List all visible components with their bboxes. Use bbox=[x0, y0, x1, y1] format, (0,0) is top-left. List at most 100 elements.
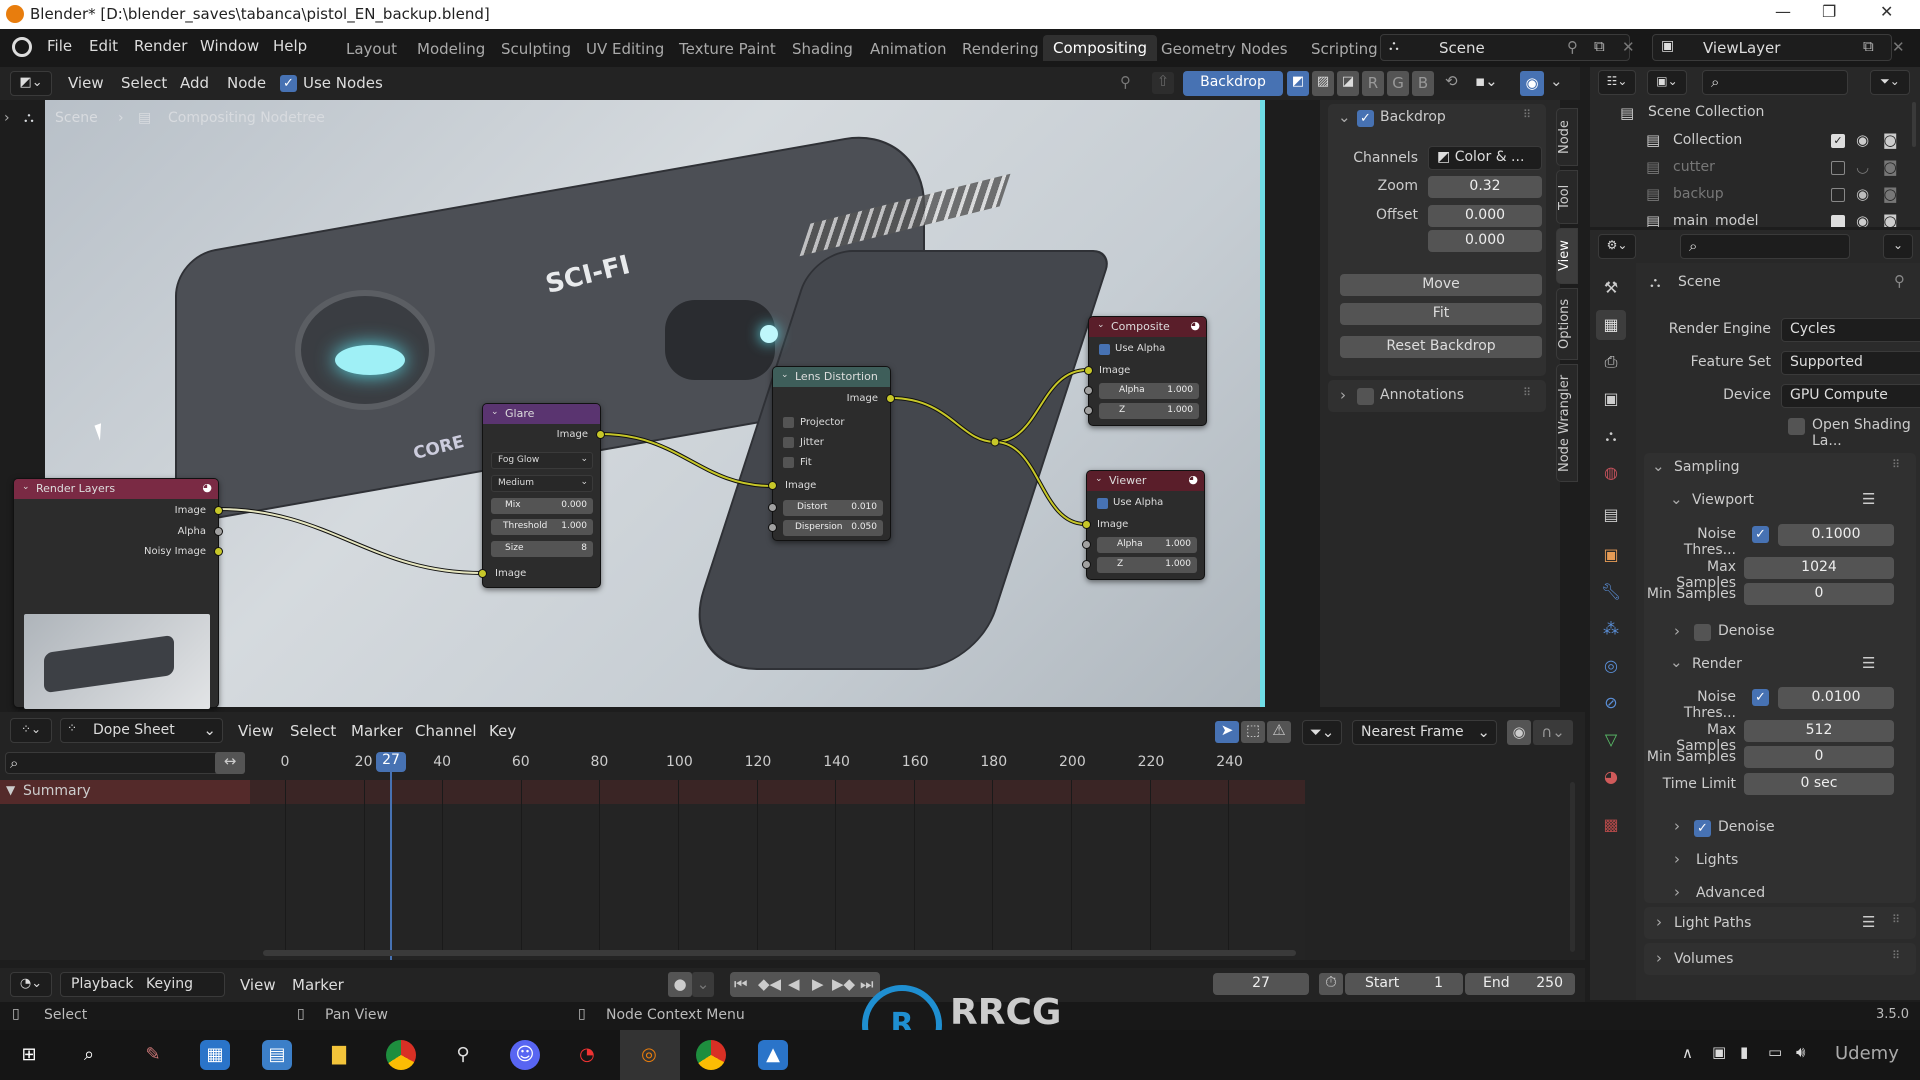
node-header[interactable]: ⌄ Lens Distortion bbox=[773, 367, 890, 387]
subpanel-title[interactable]: Viewport bbox=[1692, 492, 1754, 508]
chevron-right-icon[interactable]: › bbox=[1340, 386, 1346, 404]
collapse-icon[interactable]: ⌄ bbox=[1095, 474, 1103, 484]
snap-mode-icon[interactable]: ▪⌄ bbox=[1475, 72, 1498, 90]
chrome-app-icon-2[interactable] bbox=[696, 1040, 726, 1070]
render-engine-dropdown[interactable]: Cycles⌄ bbox=[1781, 318, 1920, 342]
chrome-app-icon[interactable] bbox=[386, 1040, 416, 1070]
vp-max-field[interactable]: 1024 bbox=[1744, 557, 1894, 579]
panel-title[interactable]: Sampling bbox=[1674, 459, 1740, 475]
eye-icon[interactable]: ◉ bbox=[1856, 185, 1869, 203]
delete-scene-icon[interactable]: ✕ bbox=[1622, 38, 1635, 56]
camera-icon[interactable]: ◙ bbox=[1883, 158, 1898, 176]
socket-image-in[interactable] bbox=[1082, 520, 1091, 529]
tab-scripting[interactable]: Scripting bbox=[1311, 40, 1378, 58]
options-dropdown-icon[interactable]: ⌄ bbox=[1883, 234, 1913, 259]
threshold-field[interactable]: Threshold 1.000 bbox=[491, 519, 593, 535]
drag-handle-icon[interactable]: ⠿ bbox=[1892, 458, 1900, 471]
outliner-row[interactable]: ▤ backup ◉ ◙ bbox=[1646, 185, 1916, 207]
exclude-checkbox[interactable] bbox=[1831, 161, 1845, 175]
feature-set-dropdown[interactable]: Supported⌄ bbox=[1781, 351, 1920, 375]
presets-icon[interactable]: ☰ bbox=[1862, 654, 1875, 672]
presets-icon[interactable]: ☰ bbox=[1862, 490, 1875, 508]
eye-closed-icon[interactable]: ◡ bbox=[1856, 158, 1869, 176]
current-frame-field[interactable]: 27 bbox=[1213, 973, 1309, 995]
size-field[interactable]: Size 8 bbox=[491, 541, 593, 557]
overlays-dropdown-icon[interactable]: ⌄ bbox=[1550, 72, 1563, 90]
r-min-field[interactable]: 0 bbox=[1744, 746, 1894, 768]
blue-channel-button[interactable]: B bbox=[1412, 71, 1434, 96]
eye-icon[interactable]: ◉ bbox=[1856, 212, 1869, 227]
modifier-tab-icon[interactable]: 🔧︎ bbox=[1596, 577, 1626, 607]
viewlayer-selector[interactable]: ▣ ViewLayer ⧉ bbox=[1652, 34, 1892, 61]
auto-keying-icon[interactable]: ● bbox=[668, 972, 692, 997]
calendar-app-icon[interactable]: ▦ bbox=[200, 1040, 230, 1070]
vp-min-field[interactable]: 0 bbox=[1744, 583, 1894, 605]
horizontal-scrollbar[interactable] bbox=[263, 950, 1296, 956]
render-icon[interactable]: ◕ bbox=[1188, 473, 1198, 486]
explorer-app-icon[interactable]: ▤ bbox=[262, 1040, 292, 1070]
collapse-icon[interactable]: ⌄ bbox=[781, 370, 789, 380]
camera-icon[interactable]: ◙ bbox=[1883, 212, 1898, 227]
sidebar-tab-node[interactable]: Node bbox=[1556, 108, 1578, 166]
use-alpha-checkbox[interactable] bbox=[1099, 344, 1110, 355]
socket-image-in[interactable] bbox=[768, 481, 777, 490]
clock-editor-icon[interactable]: ◔⌄ bbox=[10, 972, 52, 997]
photos-app-icon[interactable]: ▲ bbox=[758, 1040, 788, 1070]
play-reverse-icon[interactable]: ◀ bbox=[788, 975, 800, 993]
obs-app-icon[interactable]: ◔ bbox=[572, 1040, 602, 1070]
node-header[interactable]: ⌄ Viewer ◕ bbox=[1087, 471, 1204, 491]
swap-icon[interactable]: ↔ bbox=[215, 752, 245, 774]
dopesheet-keyframe-area[interactable] bbox=[250, 804, 1305, 960]
offset-y-field[interactable]: 0.000 bbox=[1428, 230, 1542, 252]
collection-tab-icon[interactable]: ▤ bbox=[1596, 500, 1626, 530]
tray-expand-icon[interactable]: ∧ bbox=[1682, 1044, 1693, 1062]
menu-marker[interactable]: Marker bbox=[351, 722, 403, 740]
duplicate-viewlayer-icon[interactable]: ⧉ bbox=[1863, 37, 1874, 55]
properties-editor-type-icon[interactable]: ⚙⌄ bbox=[1598, 234, 1636, 259]
node-lens-distortion[interactable]: ⌄ Lens Distortion Image Projector Jitter … bbox=[768, 366, 895, 541]
menu-keying[interactable]: Keying bbox=[146, 976, 193, 992]
menu-key[interactable]: Key bbox=[489, 722, 516, 740]
outliner-row[interactable]: ▤ cutter ◡ ◙ bbox=[1646, 158, 1916, 180]
socket-image-out[interactable] bbox=[886, 394, 895, 403]
data-tab-icon[interactable]: ▽ bbox=[1596, 725, 1626, 755]
menu-marker[interactable]: Marker bbox=[292, 976, 344, 994]
summary-channel[interactable]: ▼ Summary bbox=[0, 780, 250, 804]
windows-start-icon[interactable]: ⊞ bbox=[14, 1040, 44, 1070]
chevron-right-icon[interactable]: › bbox=[1656, 913, 1662, 931]
chevron-down-icon[interactable]: ⌄ bbox=[1670, 653, 1683, 671]
socket-image-in[interactable] bbox=[1084, 366, 1093, 375]
presets-icon[interactable]: ☰ bbox=[1862, 913, 1875, 931]
vp-noise-field[interactable]: 0.1000 bbox=[1778, 524, 1894, 546]
expand-triangle-icon[interactable]: ▼ bbox=[6, 783, 15, 797]
r-max-field[interactable]: 512 bbox=[1744, 720, 1894, 742]
constraints-tab-icon[interactable]: ⊘ bbox=[1596, 688, 1626, 718]
render-icon[interactable]: ◕ bbox=[1190, 319, 1200, 332]
snap-dropdown[interactable]: Nearest Frame ⌄ bbox=[1352, 720, 1497, 745]
socket-image-in[interactable] bbox=[478, 569, 487, 578]
outliner-editor-type-icon[interactable]: ☷⌄ bbox=[1598, 70, 1636, 95]
select-tool-icon[interactable]: ➤ bbox=[1215, 721, 1239, 743]
alpha-channel-icon[interactable]: ◪ bbox=[1337, 71, 1359, 96]
object-tab-icon[interactable]: ▣ bbox=[1596, 540, 1626, 570]
jump-start-icon[interactable]: ⏮ bbox=[734, 975, 748, 993]
move-button[interactable]: Move bbox=[1340, 274, 1542, 296]
socket-image-out[interactable] bbox=[214, 506, 223, 515]
alpha-field[interactable]: Alpha 1.000 bbox=[1097, 537, 1197, 553]
current-frame-indicator[interactable]: 27 bbox=[376, 752, 406, 772]
collapse-icon[interactable]: ⌄ bbox=[1097, 320, 1105, 330]
exclude-checkbox[interactable] bbox=[1831, 188, 1845, 202]
falloff-icon[interactable]: ∩⌄ bbox=[1533, 720, 1573, 745]
scene-tab-icon[interactable]: ⛬ bbox=[1596, 421, 1626, 451]
filter-icon[interactable]: ⏷⌄ bbox=[1870, 70, 1910, 95]
menu-view[interactable]: View bbox=[240, 976, 276, 994]
z-field[interactable]: Z 1.000 bbox=[1097, 557, 1197, 573]
minimize-button[interactable]: — bbox=[1775, 2, 1791, 21]
editor-type-icon[interactable]: ⁘⌄ bbox=[10, 718, 52, 743]
node-header[interactable]: ⌄ Render Layers ◕ bbox=[14, 479, 218, 499]
alpha-field[interactable]: Alpha 1.000 bbox=[1099, 383, 1199, 399]
red-channel-button[interactable]: R bbox=[1362, 71, 1384, 96]
menu-channel[interactable]: Channel bbox=[415, 722, 477, 740]
device-dropdown[interactable]: GPU Compute⌄ bbox=[1781, 384, 1920, 408]
collapse-icon[interactable]: ⌄ bbox=[491, 407, 499, 417]
